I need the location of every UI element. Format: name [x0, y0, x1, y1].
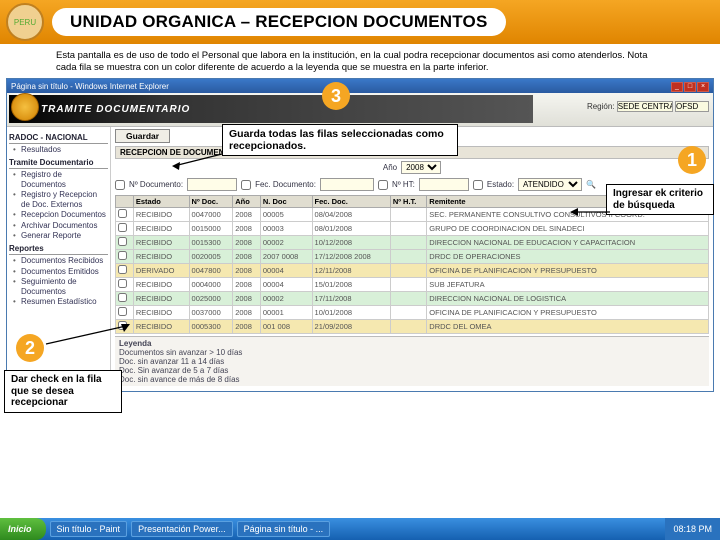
legend-box: Leyenda Documentos sin avanzar > 10 días… [115, 336, 709, 386]
table-row[interactable]: RECIBIDO002000520082007 000817/12/2008 2… [116, 250, 709, 264]
app-banner-bar: TRAMITE DOCUMENTARIO Región: [7, 93, 713, 127]
table-col-head: N. Doc [260, 196, 312, 208]
sidebar-item[interactable]: Generar Reporte [15, 231, 108, 241]
table-row[interactable]: DERIVADO004780020080000412/11/2008OFICIN… [116, 264, 709, 278]
row-check[interactable] [118, 265, 127, 274]
system-tray: 08:18 PM [665, 518, 720, 540]
app-logo-icon [11, 93, 39, 121]
maximize-icon: □ [684, 82, 696, 92]
region-picker: Región: [587, 101, 709, 112]
close-icon: × [697, 82, 709, 92]
intro-text: Esta pantalla es de uso de todo el Perso… [0, 44, 720, 78]
badge-3: 3 [322, 82, 350, 110]
table-col-head: Fec. Doc. [312, 196, 390, 208]
app-banner-text: TRAMITE DOCUMENTARIO [41, 104, 190, 115]
table-col-head [116, 196, 134, 208]
callout-2: Dar check en la fila que se desea recepc… [4, 370, 122, 413]
taskbar-item[interactable]: Sin título - Paint [50, 521, 128, 537]
minimize-icon: _ [671, 82, 683, 92]
main-panel: Guardar RECEPCION DE DOCUMENTOS INTERNOS… [111, 127, 713, 391]
callout-1: Ingresar ek criterio de búsqueda [606, 184, 714, 215]
table-row[interactable]: RECIBIDO000400020080000415/01/2008SUB JE… [116, 278, 709, 292]
table-row[interactable]: RECIBIDO003700020080000110/01/2008OFICIN… [116, 306, 709, 320]
sidebar-item[interactable]: Seguimiento de Documentos [15, 277, 108, 296]
legend-item: Documentos sin avanzar > 10 días [119, 348, 705, 357]
legend-item: Doc. sin avance de más de 8 días [119, 375, 705, 384]
table-row[interactable]: RECIBIDO001500020080000308/01/2008GRUPO … [116, 222, 709, 236]
sidebar-group-head: Tramite Documentario [9, 158, 108, 169]
badge-2: 2 [16, 334, 44, 362]
row-check[interactable] [118, 321, 127, 330]
row-check[interactable] [118, 223, 127, 232]
table-col-head: Estado [133, 196, 189, 208]
year-select[interactable]: 2008 [401, 161, 441, 174]
f3-check[interactable] [378, 180, 388, 190]
search-icon[interactable]: 🔍 [586, 180, 596, 189]
f1-check[interactable] [115, 180, 125, 190]
browser-title: Página sin título - Windows Internet Exp… [11, 82, 169, 91]
sidebar-item[interactable]: Registro y Recepcion de Doc. Externos [15, 190, 108, 209]
taskbar-item[interactable]: Presentación Power... [131, 521, 233, 537]
f4-check[interactable] [473, 180, 483, 190]
table-row[interactable]: RECIBIDO002500020080000217/11/2008DIRECC… [116, 292, 709, 306]
unit-input[interactable] [675, 101, 709, 112]
save-button[interactable]: Guardar [115, 129, 170, 143]
slide-header: PERU UNIDAD ORGANICA – RECEPCION DOCUMEN… [0, 0, 720, 44]
window-buttons[interactable]: _□× [670, 81, 709, 92]
callout-3: Guarda todas las filas seleccionadas com… [222, 124, 458, 156]
sidebar-item[interactable]: Registro de Documentos [15, 170, 108, 189]
taskbar-item[interactable]: Página sin título - ... [237, 521, 331, 537]
table-row[interactable]: RECIBIDO001530020080000210/12/2008DIRECC… [116, 236, 709, 250]
table-col-head: Año [233, 196, 261, 208]
sidebar-item[interactable]: Archivar Documentos [15, 221, 108, 231]
sidebar-item[interactable]: Resumen Estadístico [15, 297, 108, 307]
badge-1: 1 [678, 146, 706, 174]
start-button[interactable]: Inicio [0, 518, 46, 540]
f2-check[interactable] [241, 180, 251, 190]
row-check[interactable] [118, 293, 127, 302]
fecdoc-input[interactable] [320, 178, 374, 191]
tray-time: 08:18 PM [673, 524, 712, 534]
app-banner: TRAMITE DOCUMENTARIO [9, 95, 533, 123]
estado-select[interactable]: ATENDIDO [518, 178, 582, 191]
row-check[interactable] [118, 251, 127, 260]
row-check[interactable] [118, 279, 127, 288]
documents-table: EstadoNº Doc.AñoN. DocFec. Doc.Nº H.T.Re… [115, 195, 709, 334]
docnum-input[interactable] [187, 178, 237, 191]
year-row: Año 2008 [115, 159, 709, 176]
sidebar-item[interactable]: Resultados [15, 145, 108, 155]
windows-taskbar: Inicio Sin título - PaintPresentación Po… [0, 518, 720, 540]
legend-item: Doc. Sin avanzar de 5 a 7 días [119, 366, 705, 375]
page-title: UNIDAD ORGANICA – RECEPCION DOCUMENTOS [52, 8, 506, 36]
region-input[interactable] [617, 101, 673, 112]
table-row[interactable]: RECIBIDO00053002008001 00821/09/2008DRDC… [116, 320, 709, 334]
legend-item: Doc. sin avanzar 11 a 14 días [119, 357, 705, 366]
sidebar-group-head: Reportes [9, 244, 108, 255]
browser-titlebar: Página sin título - Windows Internet Exp… [7, 79, 713, 93]
sidebar-item[interactable]: Documentos Recibidos [15, 256, 108, 266]
row-check[interactable] [118, 209, 127, 218]
row-check[interactable] [118, 237, 127, 246]
sidebar-item[interactable]: Documentos Emitidos [15, 267, 108, 277]
sidebar-group-head: RADOC - NACIONAL [9, 133, 108, 144]
table-col-head: Nº Doc. [189, 196, 233, 208]
seal-logo: PERU [6, 3, 44, 41]
table-col-head: Nº H.T. [390, 196, 426, 208]
row-check[interactable] [118, 307, 127, 316]
sidebar-item[interactable]: Recepcion Documentos [15, 210, 108, 220]
ht-input[interactable] [419, 178, 469, 191]
